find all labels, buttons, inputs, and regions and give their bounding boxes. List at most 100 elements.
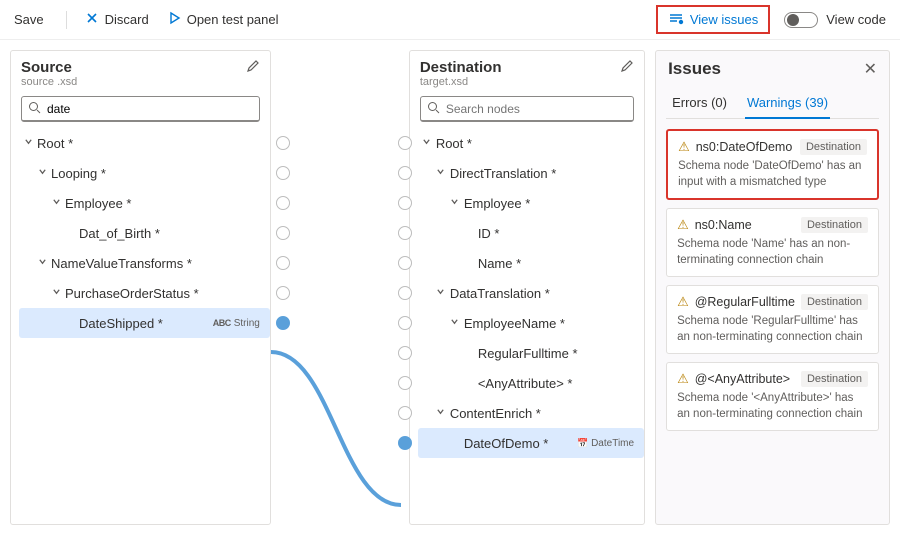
warning-name: @RegularFulltime: [695, 295, 795, 309]
source-panel: Source source .xsd Root * Looping * Employ…: [10, 50, 271, 525]
destination-node[interactable]: DirectTranslation *: [418, 158, 644, 188]
warning-card[interactable]: ⚠@RegularFulltimeDestinationSchema node …: [666, 285, 879, 354]
warning-name: @<AnyAttribute>: [695, 372, 790, 386]
chevron-down-icon[interactable]: [450, 197, 460, 209]
source-node[interactable]: Root *: [19, 128, 270, 158]
save-button[interactable]: Save: [14, 12, 44, 27]
chevron-down-icon[interactable]: [436, 287, 446, 299]
connection-port[interactable]: [398, 226, 412, 240]
play-icon: [167, 11, 181, 28]
node-label: ID *: [478, 226, 634, 241]
connection-port[interactable]: [398, 136, 412, 150]
chevron-down-icon[interactable]: [23, 137, 33, 149]
warning-badge: Destination: [801, 371, 868, 387]
chevron-down-icon[interactable]: [436, 167, 446, 179]
chevron-down-icon[interactable]: [37, 257, 47, 269]
x-icon: [85, 11, 99, 28]
warning-card[interactable]: ⚠ns0:DateOfDemoDestinationSchema node 'D…: [666, 129, 879, 200]
source-search-input[interactable]: [47, 102, 253, 116]
destination-node[interactable]: ContentEnrich *: [418, 398, 644, 428]
view-code-label: View code: [826, 12, 886, 27]
warning-message: Schema node 'RegularFulltime' has an non…: [677, 314, 868, 345]
divider: [66, 11, 67, 29]
toggle-switch[interactable]: [784, 12, 818, 28]
destination-node[interactable]: Root *: [418, 128, 644, 158]
warning-icon: ⚠: [677, 217, 689, 233]
chevron-down-icon[interactable]: [37, 167, 47, 179]
open-test-panel-button[interactable]: Open test panel: [167, 11, 279, 28]
destination-node[interactable]: DataTranslation *: [418, 278, 644, 308]
discard-button[interactable]: Discard: [85, 11, 149, 28]
warning-message: Schema node 'DateOfDemo' has an input wi…: [678, 159, 867, 190]
connection-port[interactable]: [398, 436, 412, 450]
warning-badge: Destination: [801, 294, 868, 310]
source-node[interactable]: PurchaseOrderStatus *: [19, 278, 270, 308]
node-label: RegularFulltime *: [478, 346, 634, 361]
source-title: Source: [21, 59, 77, 76]
node-label: Looping *: [51, 166, 260, 181]
connection-port[interactable]: [398, 256, 412, 270]
node-label: DirectTranslation *: [450, 166, 634, 181]
search-icon: [28, 101, 41, 117]
warning-card[interactable]: ⚠ns0:NameDestinationSchema node 'Name' h…: [666, 208, 879, 277]
chevron-down-icon[interactable]: [436, 407, 446, 419]
source-search[interactable]: [21, 96, 260, 122]
connection-port[interactable]: [398, 376, 412, 390]
source-node[interactable]: Looping *: [19, 158, 270, 188]
warnings-list: ⚠ns0:DateOfDemoDestinationSchema node 'D…: [666, 129, 879, 431]
destination-search-input[interactable]: [446, 102, 627, 116]
chevron-down-icon[interactable]: [51, 197, 61, 209]
toolbar: Save Discard Open test panel View issues…: [0, 0, 900, 40]
source-subtitle: source .xsd: [21, 76, 77, 88]
destination-node[interactable]: <AnyAttribute> *: [418, 368, 644, 398]
warning-badge: Destination: [800, 139, 867, 155]
warning-card[interactable]: ⚠@<AnyAttribute>DestinationSchema node '…: [666, 362, 879, 431]
destination-node[interactable]: EmployeeName *: [418, 308, 644, 338]
source-node[interactable]: DateShipped *ABC String: [19, 308, 270, 338]
connection-port[interactable]: [398, 316, 412, 330]
chevron-down-icon[interactable]: [450, 317, 460, 329]
node-label: PurchaseOrderStatus *: [65, 286, 260, 301]
connection-port[interactable]: [398, 166, 412, 180]
destination-node[interactable]: DateOfDemo *📅 DateTime: [418, 428, 644, 458]
connection-port[interactable]: [398, 406, 412, 420]
chevron-down-icon[interactable]: [51, 287, 61, 299]
view-issues-button[interactable]: View issues: [656, 5, 770, 34]
destination-panel: Destination target.xsd Root *DirectTrans…: [409, 50, 645, 525]
mapping-canvas: [271, 50, 399, 535]
destination-node[interactable]: ID *: [418, 218, 644, 248]
destination-search[interactable]: [420, 96, 634, 122]
node-label: DateOfDemo *: [464, 436, 578, 451]
node-label: Root *: [436, 136, 634, 151]
warning-message: Schema node '<AnyAttribute>' has an non-…: [677, 391, 868, 422]
destination-node[interactable]: Name *: [418, 248, 644, 278]
view-code-toggle[interactable]: View code: [784, 12, 886, 28]
type-badge: ABC String: [213, 318, 260, 329]
connection-port[interactable]: [398, 346, 412, 360]
source-node[interactable]: NameValueTransforms *: [19, 248, 270, 278]
destination-node[interactable]: Employee *: [418, 188, 644, 218]
source-node[interactable]: Dat_of_Birth *: [19, 218, 270, 248]
node-label: Employee *: [464, 196, 634, 211]
node-label: Dat_of_Birth *: [79, 226, 260, 241]
destination-title: Destination: [420, 59, 502, 76]
edit-source-icon[interactable]: [246, 59, 260, 76]
edit-destination-icon[interactable]: [620, 59, 634, 76]
destination-node[interactable]: RegularFulltime *: [418, 338, 644, 368]
node-label: DataTranslation *: [450, 286, 634, 301]
issues-tabs: Errors (0) Warnings (39): [666, 85, 879, 119]
tab-errors[interactable]: Errors (0): [670, 91, 729, 118]
node-label: Root *: [37, 136, 260, 151]
warning-message: Schema node 'Name' has an non-terminatin…: [677, 237, 868, 268]
connection-port[interactable]: [398, 286, 412, 300]
tab-warnings[interactable]: Warnings (39): [745, 91, 830, 118]
search-icon: [427, 101, 440, 117]
warning-icon: ⚠: [678, 139, 690, 155]
node-label: Name *: [478, 256, 634, 271]
chevron-down-icon[interactable]: [422, 137, 432, 149]
node-label: DateShipped *: [79, 316, 213, 331]
close-icon[interactable]: ✕: [864, 59, 877, 79]
connection-port[interactable]: [398, 196, 412, 210]
source-node[interactable]: Employee *: [19, 188, 270, 218]
source-tree: Root * Looping * Employee * Dat_of_Birth * N…: [11, 128, 270, 346]
